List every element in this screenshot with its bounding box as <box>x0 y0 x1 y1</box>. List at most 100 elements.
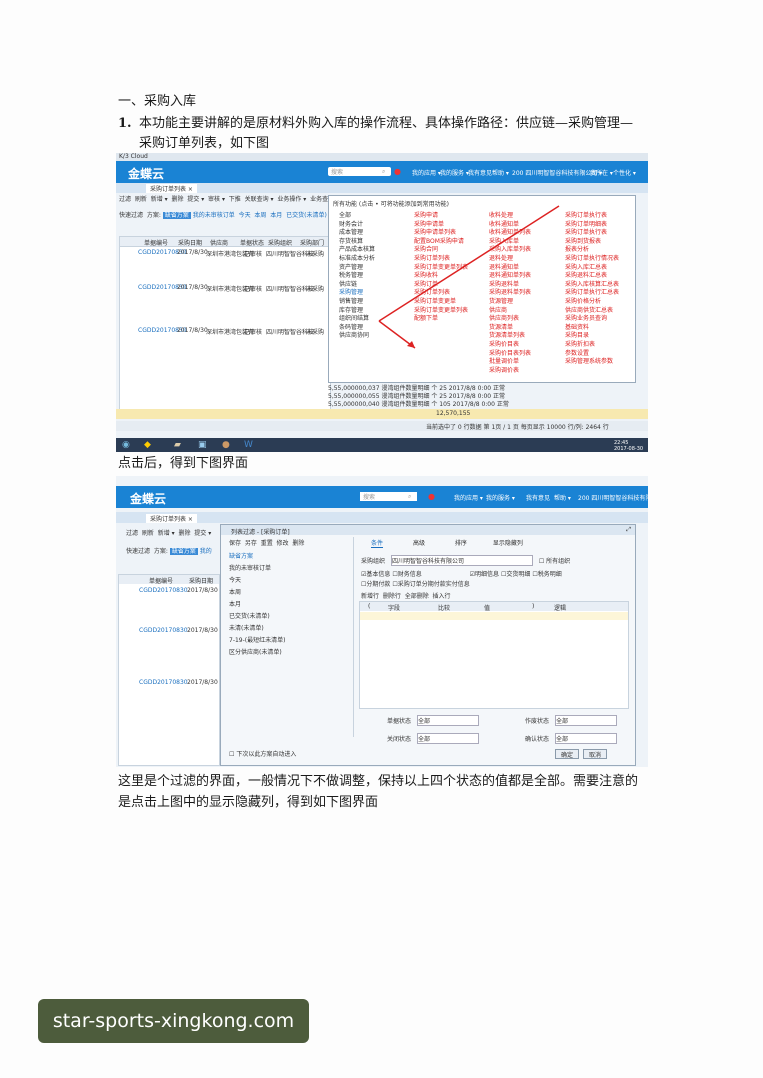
status-select[interactable]: 全部 <box>554 715 617 726</box>
col-header-status[interactable]: 单据状态 <box>240 238 264 247</box>
toolbar-delete[interactable]: 删除 <box>171 196 183 203</box>
scheme-list-item[interactable]: 缺省方案 <box>229 551 285 563</box>
insert-row-button[interactable]: 插入行 <box>433 593 451 600</box>
watermark-badge: star-sports-xingkong.com <box>38 999 309 1043</box>
tab-sort[interactable]: 排序 <box>455 540 467 547</box>
toolbar-push[interactable]: 下推 <box>229 196 241 203</box>
scheme-list-item[interactable]: 未清(未清单) <box>229 623 285 635</box>
delete-row-button[interactable]: 删除行 <box>383 593 401 600</box>
header-org[interactable]: 200 四川明智智谷科技有限公司 ▾ <box>512 168 602 177</box>
header-link-apps[interactable]: 我的应用 ▾ <box>454 493 483 502</box>
app-icon[interactable]: ◆ <box>144 440 151 450</box>
toolbar-linked-query[interactable]: 关联查询 ▾ <box>245 196 274 203</box>
scheme-list-item[interactable]: 7-19-(最短红未清单) <box>229 635 285 647</box>
step-text-line1: 本功能主要讲解的是原材料外购入库的操作流程、具体操作路径：供应链—采购管理— <box>139 116 634 131</box>
quick-filter[interactable]: 快速过滤 <box>126 548 150 555</box>
scheme-today[interactable]: 今天 <box>239 212 251 219</box>
cell-number[interactable]: CGDD20170830 <box>139 627 188 634</box>
cancel-button[interactable]: 取消 <box>583 749 607 759</box>
header-user[interactable]: 我所在 ▾ <box>590 168 613 177</box>
toolbar-refresh[interactable]: 刷新 <box>135 196 147 203</box>
status-select[interactable]: 全部 <box>416 733 479 744</box>
toolbar-new[interactable]: 新增 ▾ <box>158 530 175 537</box>
toolbar-submit[interactable]: 提交 ▾ <box>187 196 204 203</box>
scheme-default[interactable]: 缺省方案 <box>162 212 191 219</box>
word-icon[interactable]: W <box>244 440 253 450</box>
header-personalize[interactable]: 个性化 ▾ <box>613 168 636 177</box>
search-icon[interactable]: ⌕ <box>408 493 411 501</box>
col-header-number[interactable]: 单据编号 <box>149 576 173 585</box>
tab-advanced[interactable]: 高级 <box>413 540 425 547</box>
col-header-supplier[interactable]: 供应商 <box>210 238 228 247</box>
dialog-save-button[interactable]: 保存 <box>229 540 241 547</box>
header-org[interactable]: 200 四川明智智谷科技有限公司 <box>578 493 648 502</box>
scheme-default[interactable]: 缺省方案 <box>169 548 198 555</box>
col-header-open-paren: ( <box>368 603 371 610</box>
checkbox-label: 采购订单分期付款实付信息 <box>397 581 470 588</box>
toolbar-business-op[interactable]: 业务操作 ▾ <box>277 196 306 203</box>
tab-conditions[interactable]: 条件 <box>371 540 384 548</box>
org-select[interactable]: 四川明智智谷科技有限公司 <box>390 555 533 566</box>
toolbar-filter[interactable]: 过滤 <box>126 530 138 537</box>
toolbar-refresh[interactable]: 刷新 <box>142 530 154 537</box>
toolbar-new[interactable]: 新增 ▾ <box>151 196 168 203</box>
dialog-modify-button[interactable]: 修改 <box>277 540 289 547</box>
tab-purchase-order-list[interactable]: 采购订单列表 × <box>146 514 197 523</box>
all-org-checkbox-icon[interactable]: ☐ <box>539 558 544 565</box>
status-select[interactable]: 全部 <box>554 733 617 744</box>
condition-row[interactable] <box>360 612 628 620</box>
cell-status: 已审核 <box>244 286 263 293</box>
col-header-org[interactable]: 采购组织 <box>268 238 292 247</box>
ok-button[interactable]: 确定 <box>555 749 579 759</box>
header-link-services[interactable]: 我的服务 ▾ <box>486 493 515 502</box>
cell-number[interactable]: CGDD20170830 <box>139 679 188 686</box>
toolbar-delete[interactable]: 删除 <box>178 530 190 537</box>
expand-icon[interactable]: ⤢ <box>626 526 631 534</box>
browser-icon[interactable]: ● <box>222 440 230 450</box>
header-link-help[interactable]: 帮助 ▾ <box>492 168 509 177</box>
bell-icon[interactable]: ● <box>428 492 435 501</box>
scheme-list-item[interactable]: 已交货(未清单) <box>229 611 285 623</box>
col-header-dept[interactable]: 采购部门 <box>300 238 324 247</box>
bottom-row: 5,55,000000,040 漫湾组件数量明细 个 105 2017/8/8 … <box>328 401 509 408</box>
scheme-list-item[interactable]: 区分供应商(未清单) <box>229 647 285 659</box>
status-select[interactable]: 全部 <box>416 715 479 726</box>
folder-icon[interactable]: ▰ <box>174 440 181 450</box>
scheme-list-item[interactable]: 今天 <box>229 575 285 587</box>
scheme-delivered[interactable]: 已交货(未清单) <box>286 212 327 219</box>
cell-number[interactable]: CGDD20170830 <box>139 587 188 594</box>
scheme-unaudited[interactable]: 我的未审核订单 <box>193 212 235 219</box>
delete-all-button[interactable]: 全部删除 <box>405 593 429 600</box>
k3-icon[interactable]: ▣ <box>198 440 207 450</box>
toolbar-filter[interactable]: 过滤 <box>119 196 131 203</box>
search-icon[interactable]: ⌕ <box>382 168 385 176</box>
toolbar-audit[interactable]: 审核 ▾ <box>208 196 225 203</box>
dialog-titlebar: 列表过滤 - [采购订单] ⤢ <box>221 525 635 536</box>
tab-purchase-order-list[interactable]: 采购订单列表 × <box>146 184 197 193</box>
tab-show-hide-columns[interactable]: 显示隐藏列 <box>493 540 523 547</box>
scheme-mine[interactable]: 我的 <box>200 548 212 555</box>
header-link-services[interactable]: 我的服务 ▾ <box>440 168 469 177</box>
header-link-apps[interactable]: 我的应用 ▾ <box>412 168 441 177</box>
header-link-feedback[interactable]: 我有意见 <box>468 168 492 177</box>
toolbar-submit[interactable]: 提交 ▾ <box>194 530 211 537</box>
toolbar: 过滤 刷新 新增 ▾ 删除 提交 ▾ 审核 ▾ 下推 关联查询 ▾ 业务操作 ▾… <box>119 194 339 203</box>
start-icon[interactable]: ◉ <box>122 440 130 450</box>
scheme-month[interactable]: 本月 <box>270 212 282 219</box>
scheme-week[interactable]: 本周 <box>254 212 266 219</box>
scheme-list-item[interactable]: 本周 <box>229 587 285 599</box>
header-link-feedback[interactable]: 我有意见 <box>526 493 550 502</box>
bell-icon[interactable]: ● <box>394 167 401 176</box>
header-link-help[interactable]: 帮助 ▾ <box>554 493 571 502</box>
dialog-delete-button[interactable]: 删除 <box>292 540 304 547</box>
dialog-save-as-button[interactable]: 另存 <box>245 540 257 547</box>
col-header-number[interactable]: 单据编号 <box>144 238 168 247</box>
scheme-list-item[interactable]: 本月 <box>229 599 285 611</box>
col-header-date[interactable]: 采购日期 <box>189 576 213 585</box>
auto-enter-checkbox-icon[interactable]: ☐ <box>229 751 234 758</box>
col-header-date[interactable]: 采购日期 <box>178 238 202 247</box>
scheme-list-item[interactable]: 我的未审核订单 <box>229 563 285 575</box>
dialog-reset-button[interactable]: 重置 <box>261 540 273 547</box>
add-row-button[interactable]: 新增行 <box>361 593 379 600</box>
quick-filter[interactable]: 快速过滤 <box>119 212 143 219</box>
